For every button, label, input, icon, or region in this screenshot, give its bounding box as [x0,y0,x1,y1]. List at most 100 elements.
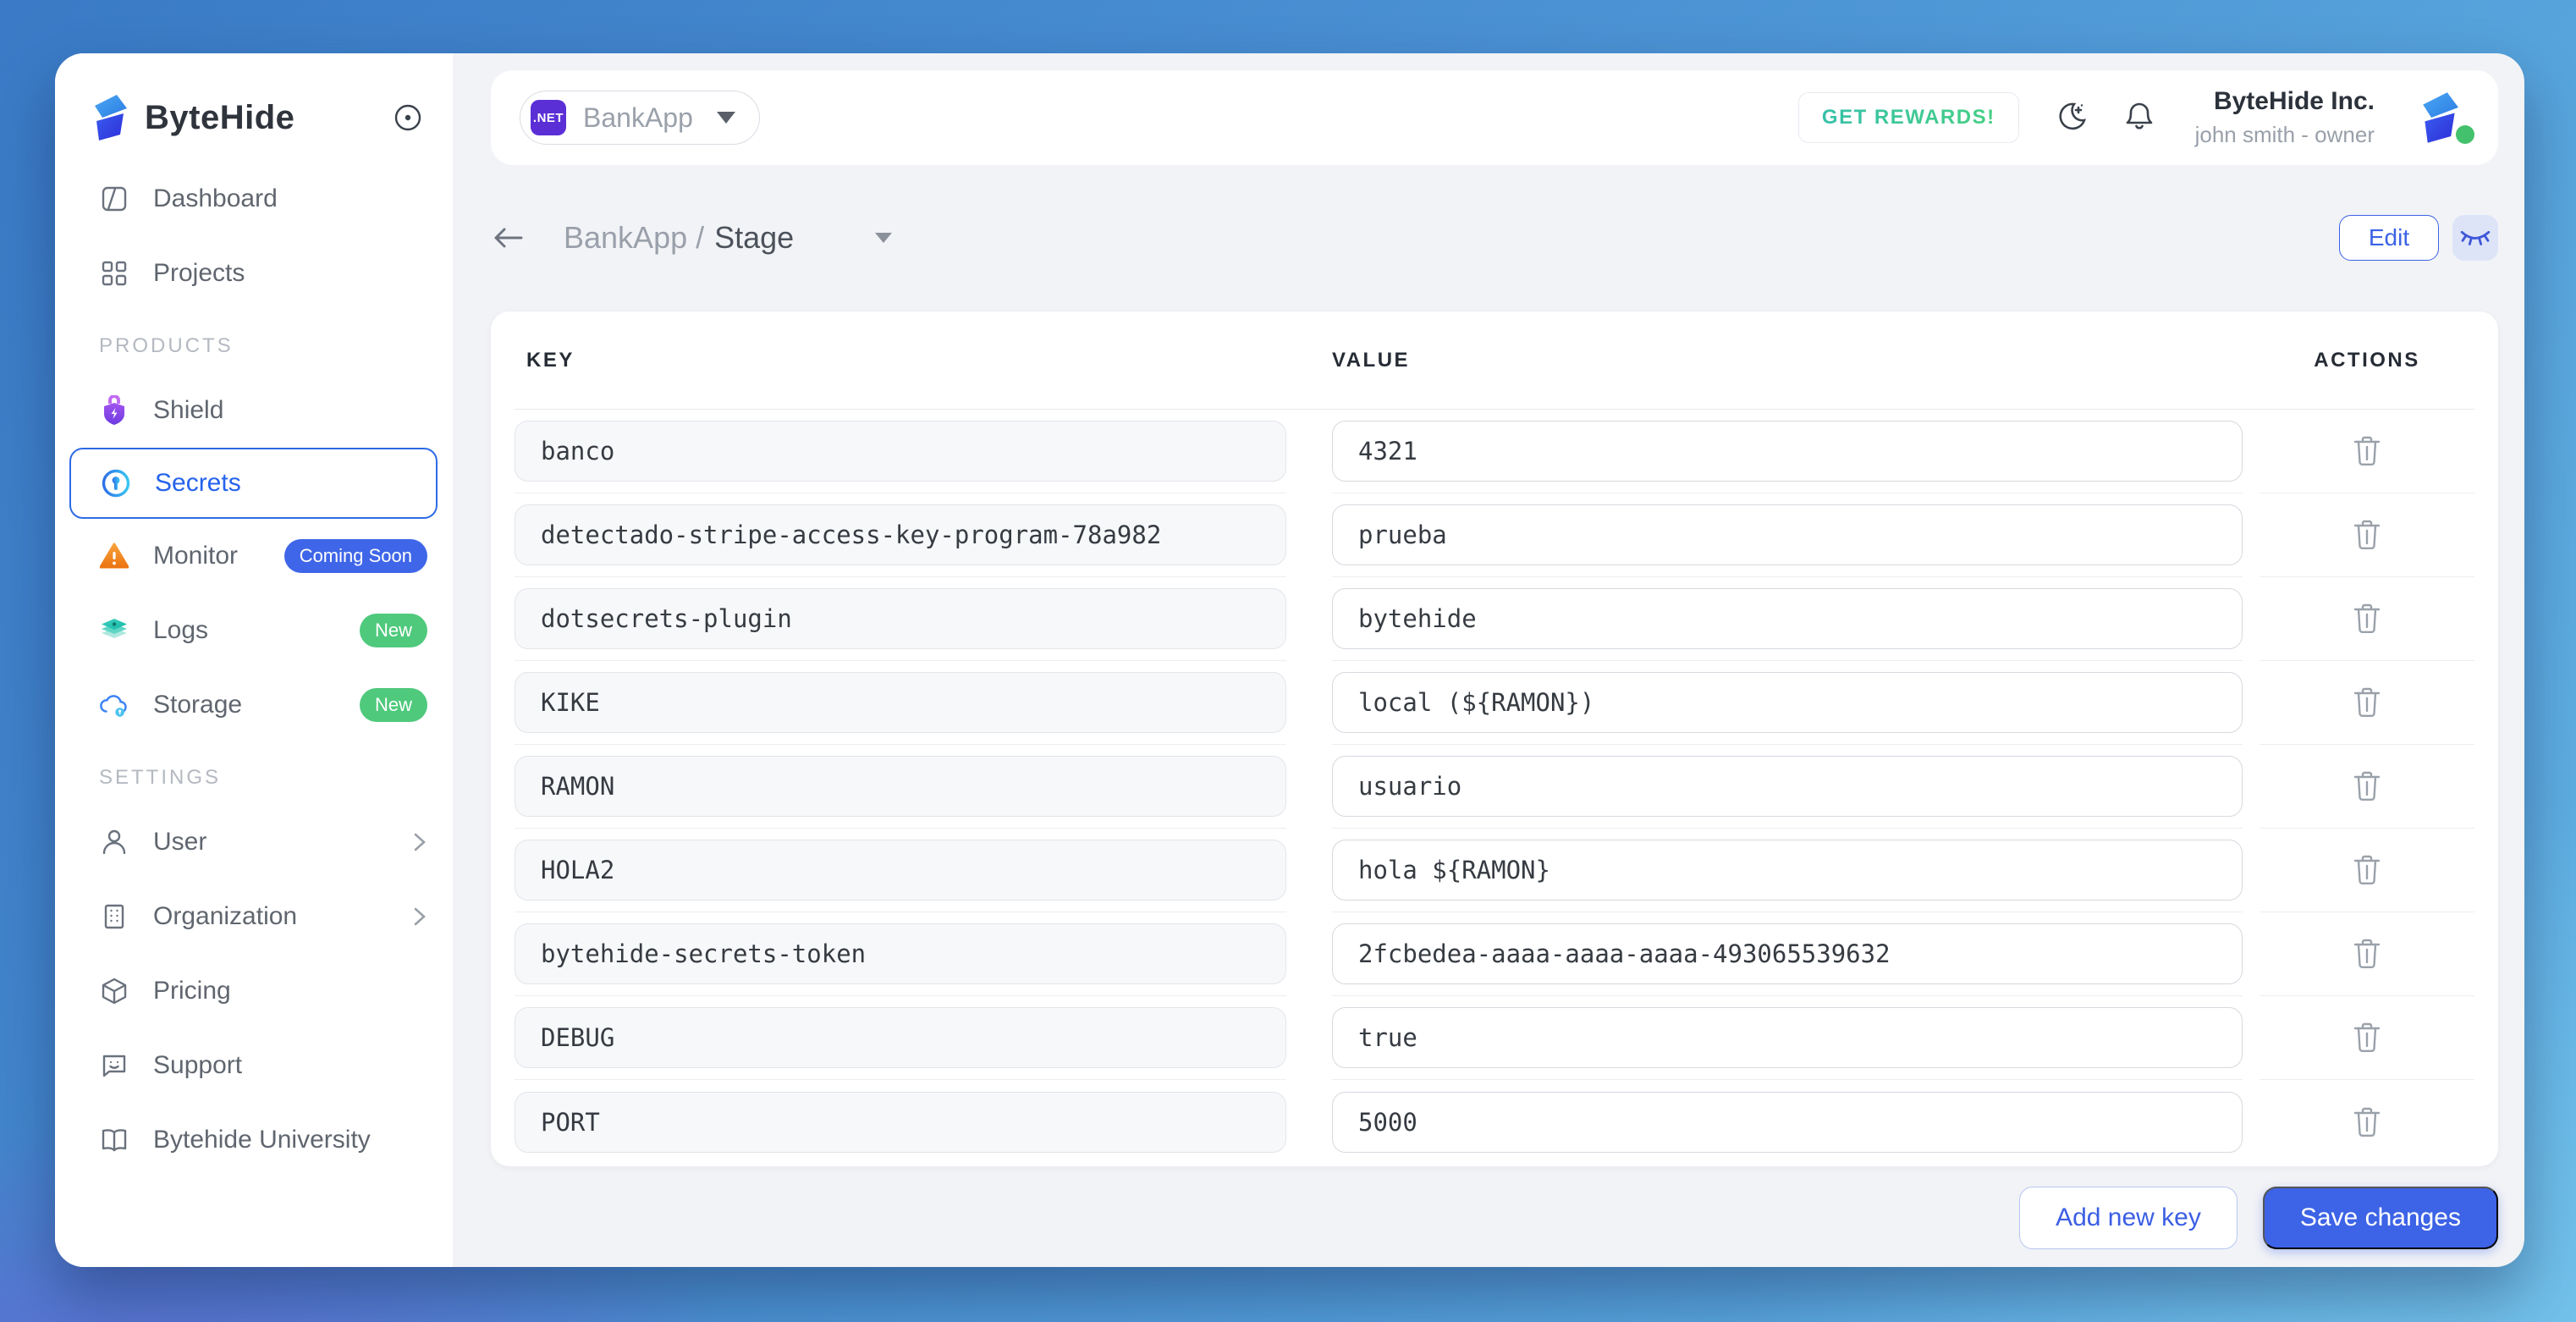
get-rewards-button[interactable]: GET REWARDS! [1798,92,2019,143]
chevron-right-icon [412,905,427,928]
key-input[interactable]: DEBUG [515,1007,1286,1068]
column-header-key: KEY [515,349,1286,372]
sidebar-item-shield[interactable]: Shield [55,373,453,448]
pricing-box-icon [99,976,129,1006]
user-icon [99,827,129,857]
project-name: BankApp [583,102,693,134]
coming-soon-badge: Coming Soon [284,539,427,573]
storage-cloud-icon [99,690,129,720]
key-input[interactable]: dotsecrets-plugin [515,588,1286,649]
organization-icon [99,901,129,932]
table-header-row: KEY VALUE ACTIONS [515,311,2474,410]
column-header-actions: ACTIONS [2260,349,2474,372]
delete-row-button[interactable] [2347,766,2387,807]
breadcrumb-path[interactable]: BankApp / [564,220,704,256]
support-chat-icon [99,1050,129,1081]
value-input[interactable]: hola ${RAMON} [1332,840,2243,901]
footer-actions: Add new key Save changes [491,1187,2498,1249]
value-input[interactable]: 2fcbedea-aaaa-aaaa-aaaa-493065539632 [1332,923,2243,984]
value-input[interactable]: bytehide [1332,588,2243,649]
sidebar-item-label: Projects [153,259,245,288]
edit-button[interactable]: Edit [2339,215,2439,261]
sidebar-item-dashboard[interactable]: Dashboard [55,162,453,236]
sidebar-item-logs[interactable]: Logs New [55,593,453,668]
trash-icon [2353,938,2381,970]
secrets-table-card: KEY VALUE ACTIONS banco 4321 [491,311,2498,1166]
delete-row-button[interactable] [2347,515,2387,555]
delete-row-button[interactable] [2347,1017,2387,1058]
main-area: .NET BankApp GET REWARDS! [453,53,2524,1267]
dark-mode-moon-icon[interactable] [2053,100,2089,135]
key-input[interactable]: detectado-stripe-access-key-program-78a9… [515,504,1286,565]
table-row: RAMON usuario [515,745,2474,829]
sidebar-item-user[interactable]: User [55,805,453,879]
key-input[interactable]: RAMON [515,756,1286,817]
value-input[interactable]: 5000 [1332,1092,2243,1153]
sidebar-item-secrets[interactable]: Secrets [69,448,438,519]
online-status-dot [2456,125,2474,144]
sidebar-item-monitor[interactable]: Monitor Coming Soon [55,519,453,593]
sidebar-item-label: Bytehide University [153,1126,371,1154]
sidebar-item-projects[interactable]: Projects [55,236,453,311]
eye-off-icon [2458,226,2492,250]
sidebar-item-support[interactable]: Support [55,1028,453,1103]
top-header-bar: .NET BankApp GET REWARDS! [491,70,2498,165]
org-name: ByteHide Inc. [2195,87,2375,116]
brand-name: ByteHide [145,99,294,137]
value-input[interactable]: 4321 [1332,421,2243,482]
account-identity[interactable]: ByteHide Inc. john smith - owner [2195,87,2375,148]
value-input[interactable]: usuario [1332,756,2243,817]
user-role: john smith - owner [2195,122,2375,148]
key-input[interactable]: KIKE [515,672,1286,733]
book-icon [99,1125,129,1155]
secrets-icon [101,468,131,499]
avatar[interactable] [2417,90,2469,146]
table-row: HOLA2 hola ${RAMON} [515,829,2474,912]
value-input[interactable]: true [1332,1007,2243,1068]
sidebar-item-label: Monitor [153,542,238,570]
sidebar-item-label: Support [153,1051,242,1080]
sidebar-item-storage[interactable]: Storage New [55,668,453,742]
add-new-key-button[interactable]: Add new key [2019,1187,2237,1249]
sidebar-item-label: Shield [153,396,223,425]
table-row: dotsecrets-plugin bytehide [515,577,2474,661]
table-row: PORT 5000 [515,1080,2474,1164]
bytehide-logo-icon [91,92,129,143]
value-input[interactable]: local (${RAMON}) [1332,672,2243,733]
sidebar-item-pricing[interactable]: Pricing [55,954,453,1028]
notifications-bell-icon[interactable] [2122,100,2156,135]
hide-values-button[interactable] [2452,215,2498,261]
sidebar-item-bytehide-university[interactable]: Bytehide University [55,1103,453,1177]
back-arrow-icon[interactable] [491,223,526,252]
sidebar-item-label: Pricing [153,977,231,1005]
delete-row-button[interactable] [2347,850,2387,890]
chevron-right-icon [412,830,427,854]
delete-row-button[interactable] [2347,682,2387,723]
table-body: banco 4321 [515,410,2474,1164]
trash-icon [2353,686,2381,719]
new-badge: New [360,614,427,647]
settings-section-label: SETTINGS [55,766,453,790]
collapse-sidebar-icon[interactable] [394,103,422,132]
caret-down-icon [717,112,735,124]
delete-row-button[interactable] [2347,1102,2387,1143]
project-selector[interactable]: .NET BankApp [520,91,760,145]
app-window: ByteHide Dashboard [55,53,2524,1267]
delete-row-button[interactable] [2347,934,2387,974]
sidebar-item-label: User [153,828,206,857]
sidebar-nav: Dashboard Projects PRODUCTS [55,162,453,1177]
environment-caret-icon[interactable] [875,233,892,243]
key-input[interactable]: bytehide-secrets-token [515,923,1286,984]
delete-row-button[interactable] [2347,598,2387,639]
key-input[interactable]: banco [515,421,1286,482]
key-input[interactable]: PORT [515,1092,1286,1153]
sidebar-item-label: Secrets [155,469,241,498]
value-input[interactable]: prueba [1332,504,2243,565]
sidebar-item-organization[interactable]: Organization [55,879,453,954]
save-changes-button[interactable]: Save changes [2263,1187,2498,1249]
key-input[interactable]: HOLA2 [515,840,1286,901]
trash-icon [2353,770,2381,802]
trash-icon [2353,854,2381,886]
delete-row-button[interactable] [2347,431,2387,471]
trash-icon [2353,435,2381,467]
